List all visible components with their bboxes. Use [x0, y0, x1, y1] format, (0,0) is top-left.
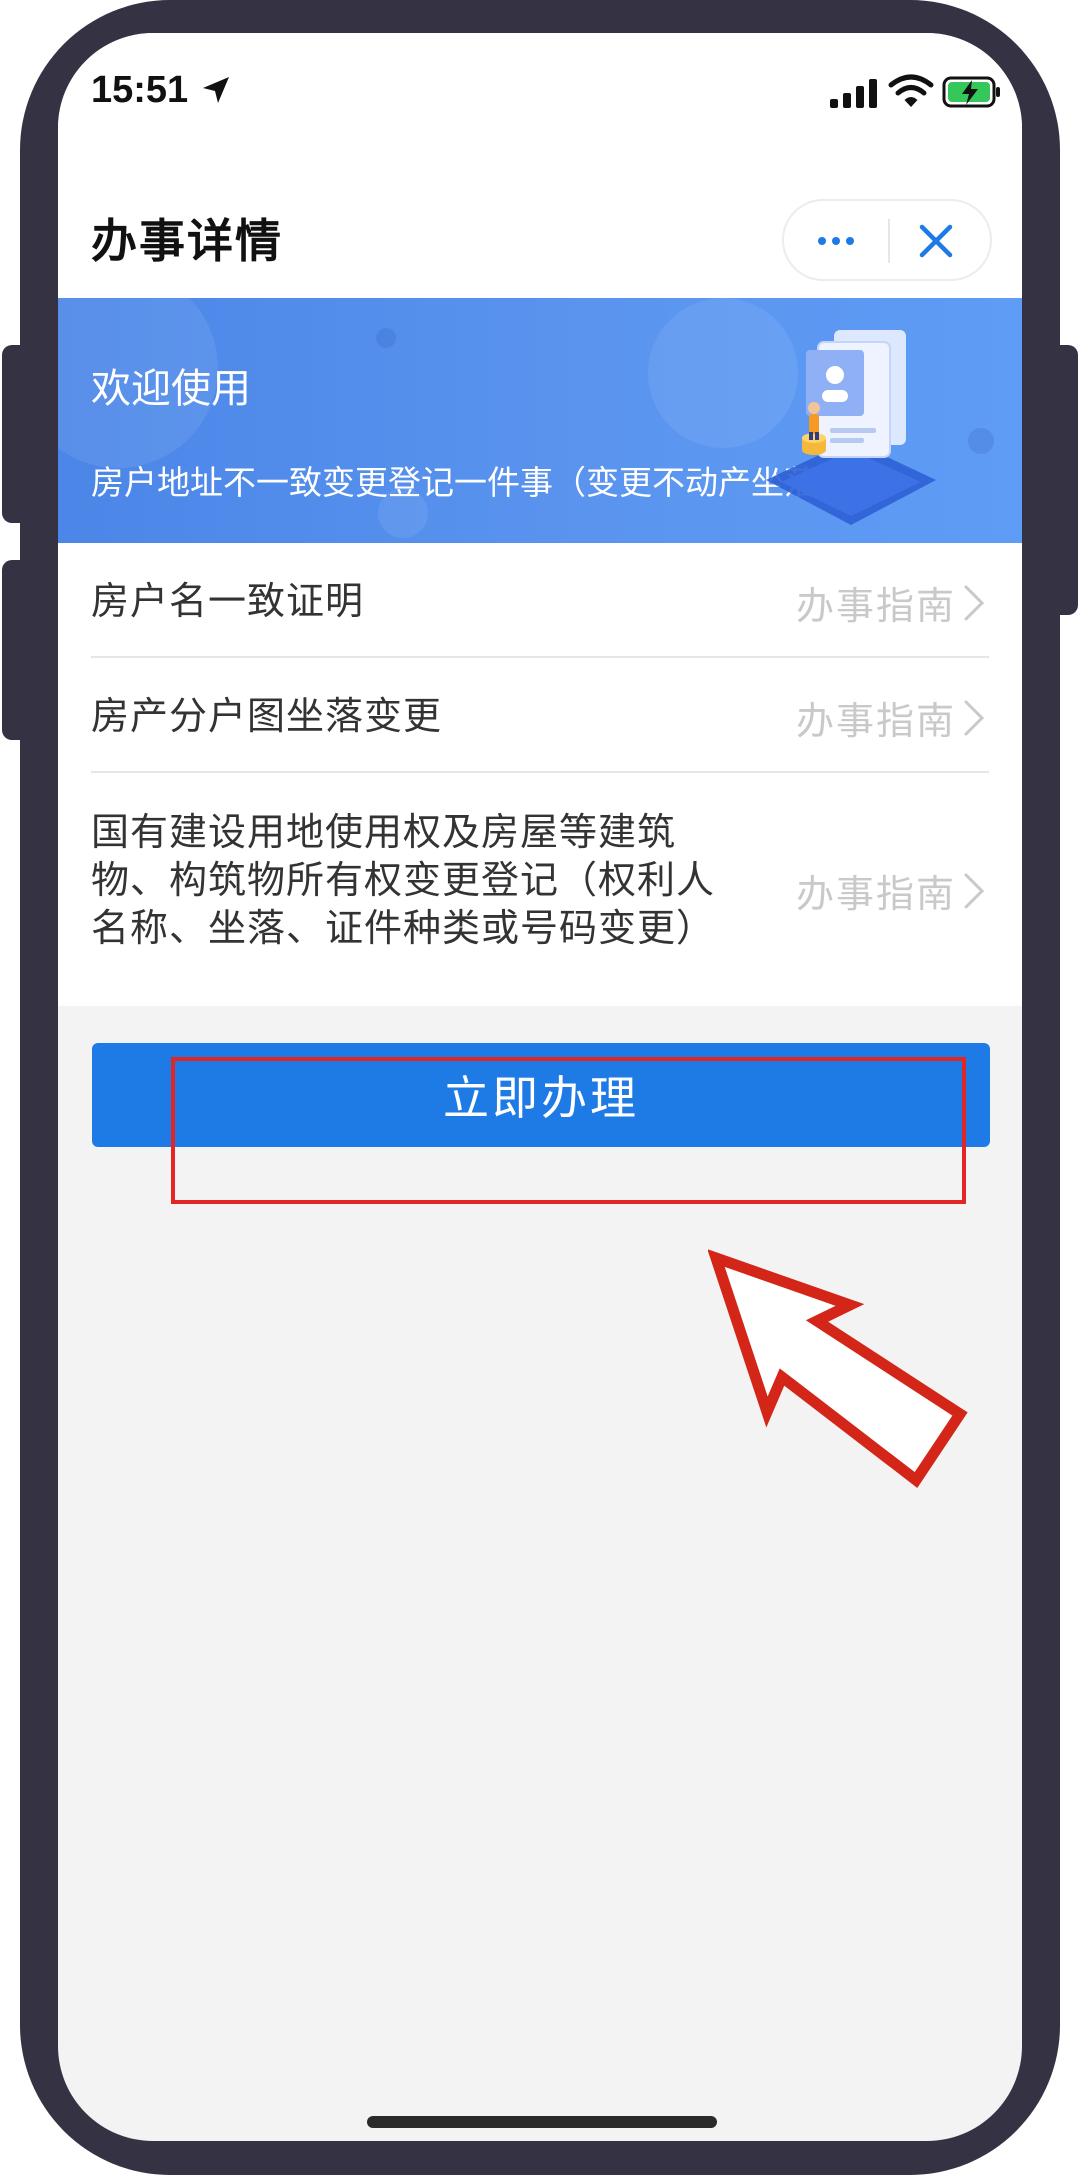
chevron-right-icon: [964, 585, 985, 620]
list-item[interactable]: 国有建设用地使用权及房屋等建筑物、构筑物所有权变更登记（权利人名称、坐落、证件种…: [58, 773, 1022, 1006]
location-arrow-icon: [203, 77, 229, 103]
power-button: [1050, 345, 1078, 615]
wifi-icon: [888, 74, 934, 107]
battery-charging-icon: [942, 76, 1000, 108]
banner-title: 欢迎使用: [91, 366, 251, 412]
banner-bubble: [376, 328, 396, 348]
nav-bar: 办事详情: [58, 143, 1022, 298]
list-item[interactable]: 房产分户图坐落变更 办事指南: [58, 658, 1022, 773]
banner-bubble: [968, 428, 994, 454]
status-time: 15:51: [91, 69, 189, 111]
chevron-right-icon: [964, 700, 985, 735]
annotation-arrow-icon: [708, 1249, 968, 1488]
welcome-banner: 欢迎使用 房户地址不一致变更登记一件事（变更不动产坐落地址）: [58, 298, 1022, 543]
page-title: 办事详情: [91, 214, 283, 268]
service-list: 房户名一致证明 办事指南 房产分户图坐落变更 办事指南 国有建设用地使用权及房屋…: [58, 543, 1022, 1006]
chevron-right-icon: [964, 873, 985, 908]
annotation-highlight-box: [171, 1057, 966, 1204]
close-icon[interactable]: [916, 221, 956, 261]
guide-label: 办事指南: [795, 699, 956, 743]
guide-link[interactable]: 办事指南: [796, 575, 988, 630]
home-indicator: [367, 2116, 717, 2128]
phone-screen: 15:51 办事详情 欢迎使用 房户地址不一致变更登记一件事（变更不动产坐落地址…: [58, 33, 1022, 2141]
guide-label: 办事指南: [795, 584, 956, 628]
more-options-icon[interactable]: [814, 223, 858, 259]
item-label: 国有建设用地使用权及房屋等建筑物、构筑物所有权变更登记（权利人名称、坐落、证件种…: [91, 810, 716, 950]
item-label: 房户名一致证明: [91, 579, 365, 623]
status-bar: 15:51: [58, 33, 1022, 143]
capsule-divider: [888, 219, 890, 263]
cellular-signal-icon: [830, 79, 877, 108]
guide-link[interactable]: 办事指南: [796, 690, 988, 745]
guide-link[interactable]: 办事指南: [796, 863, 988, 918]
document-illustration-icon: [766, 330, 936, 525]
guide-label: 办事指南: [795, 872, 956, 916]
item-label: 房产分户图坐落变更: [91, 694, 443, 738]
miniprogram-capsule: [782, 199, 992, 281]
mute-switch: [2, 345, 30, 523]
volume-button: [2, 560, 30, 740]
list-item[interactable]: 房户名一致证明 办事指南: [58, 543, 1022, 658]
